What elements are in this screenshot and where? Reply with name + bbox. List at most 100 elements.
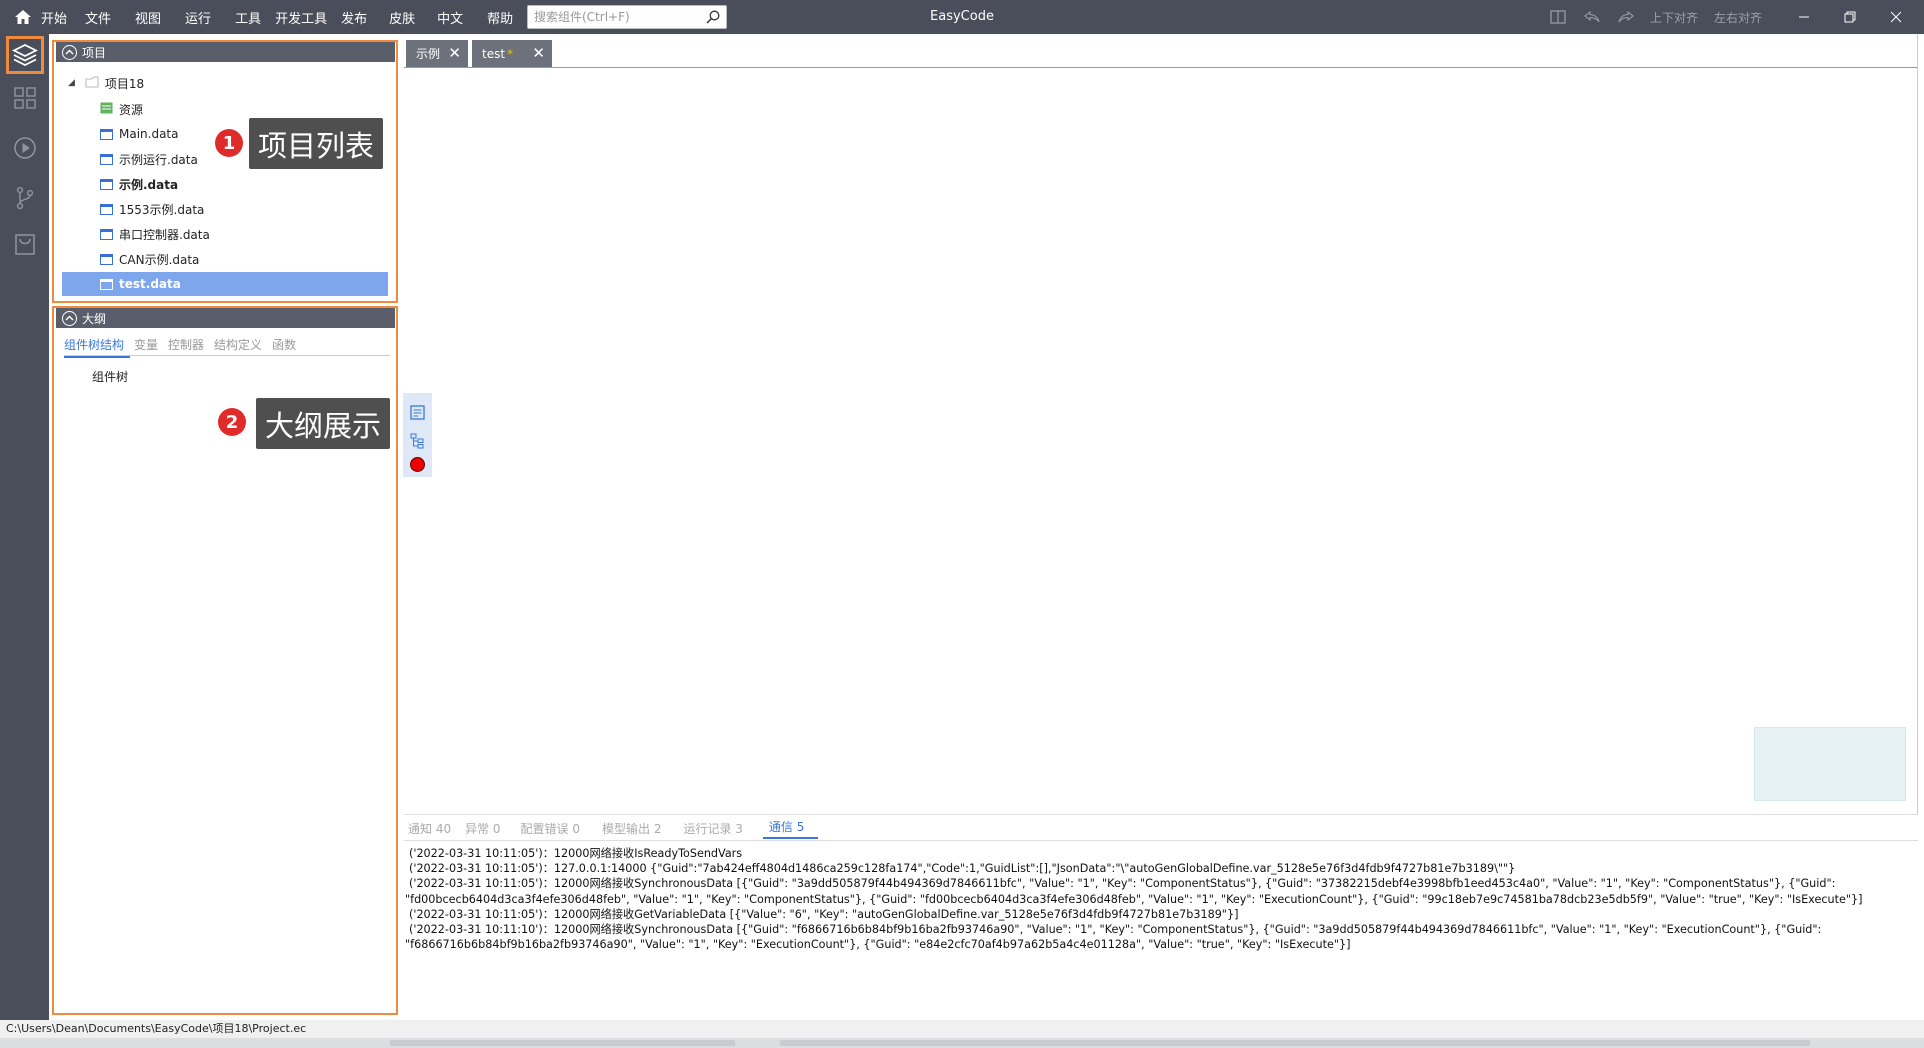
tab-comm[interactable]: 通信 5 <box>762 818 819 839</box>
close-tab-icon[interactable]: ✕ <box>532 44 545 62</box>
output-tabs-divider <box>404 840 1918 841</box>
tab-test[interactable]: test * ✕ <box>472 40 552 67</box>
menu-help[interactable]: 帮助 <box>487 8 513 27</box>
tree-item-test[interactable]: test.data <box>62 272 388 296</box>
log-line: ('2022-03-31 10:11:05')：12000网络接收Synchro… <box>409 877 1836 891</box>
record-icon[interactable] <box>410 457 425 472</box>
component-tree-root[interactable]: 组件树 <box>92 368 128 385</box>
canvas-toolbar <box>403 393 432 477</box>
close-tab-icon[interactable]: ✕ <box>448 44 461 62</box>
menu-start[interactable]: 开始 <box>41 8 67 27</box>
tab-label: test <box>482 46 506 61</box>
tree-item-label: 串口控制器.data <box>119 227 210 242</box>
file-icon <box>100 178 113 190</box>
log-line: "f6866716b6b84bf9b16ba2fb93746a90", "Val… <box>405 938 1351 952</box>
restore-icon <box>1844 11 1856 23</box>
tab-example[interactable]: 示例 ✕ <box>406 40 468 67</box>
project-root-icon <box>85 75 99 91</box>
callout-badge-2: 2 <box>218 408 246 436</box>
close-button[interactable] <box>1876 0 1916 34</box>
log-line: ('2022-03-31 10:11:10')：12000网络接收Synchro… <box>409 923 1822 937</box>
search-icon[interactable] <box>706 10 720 24</box>
tree-item-serial[interactable]: 串口控制器.data <box>100 223 210 245</box>
menu-tools[interactable]: 工具 <box>235 8 261 27</box>
menu-language[interactable]: 中文 <box>437 8 463 27</box>
tree-item-label: 1553示例.data <box>119 202 205 217</box>
output-divider <box>404 814 1918 815</box>
tab-run-log[interactable]: 运行记录 3 <box>683 820 742 837</box>
menu-view[interactable]: 视图 <box>135 8 161 27</box>
outline-panel-header[interactable]: 大纲 <box>56 308 395 328</box>
collapse-icon[interactable] <box>62 310 77 326</box>
align-horizontal-button[interactable]: 左右对齐 <box>1714 9 1762 26</box>
tab-label: 示例 <box>416 47 441 61</box>
file-icon <box>100 153 113 165</box>
canvas-minimap[interactable] <box>1754 727 1906 801</box>
tree-item-can[interactable]: CAN示例.data <box>100 248 199 270</box>
callout-project-list: 项目列表 <box>249 118 383 169</box>
log-line: "fd00bcecb6404d3ca3f4efe306d48feb", "Val… <box>405 892 1863 906</box>
tree-item-main[interactable]: Main.data <box>100 123 179 145</box>
resource-icon <box>100 102 113 117</box>
collapse-icon[interactable] <box>62 44 77 60</box>
expand-icon[interactable]: ◢ <box>68 78 75 88</box>
menu-devtools[interactable]: 开发工具 <box>275 8 327 27</box>
search-input[interactable] <box>528 6 696 28</box>
layers-icon[interactable] <box>6 36 44 74</box>
toolbar-right: 上下对齐 左右对齐 <box>1548 0 1762 34</box>
restore-button[interactable] <box>1830 0 1870 34</box>
active-tab-indicator <box>64 356 130 358</box>
menu-file[interactable]: 文件 <box>85 8 111 27</box>
log-line: ('2022-03-31 10:11:05')：12000网络接收GetVari… <box>409 907 1239 921</box>
project-panel-header[interactable]: 项目 <box>56 42 395 62</box>
tree-item-example[interactable]: 示例.data <box>100 173 178 195</box>
menu-skin[interactable]: 皮肤 <box>389 8 415 27</box>
tab-underline <box>404 67 1918 68</box>
strip-segment <box>390 1040 735 1046</box>
undo-icon[interactable] <box>1582 7 1602 27</box>
callout-outline: 大纲展示 <box>256 398 390 449</box>
home-icon[interactable] <box>14 8 32 26</box>
tab-exceptions[interactable]: 异常 0 <box>465 820 500 837</box>
menu-run[interactable]: 运行 <box>185 8 211 27</box>
package-icon[interactable] <box>6 225 44 263</box>
file-icon <box>100 253 113 265</box>
file-icon <box>100 228 113 240</box>
minimize-icon <box>1799 16 1809 18</box>
file-icon <box>100 128 113 140</box>
project-root-label: 项目18 <box>104 76 145 91</box>
search-box <box>527 5 727 29</box>
tree-item-label: Main.data <box>119 127 179 141</box>
minimize-button[interactable] <box>1784 0 1824 34</box>
output-tabs: 通知 40 异常 0 配置错误 0 模型输出 2 运行记录 3 通信 5 <box>404 816 819 840</box>
align-vertical-button[interactable]: 上下对齐 <box>1650 9 1698 26</box>
status-path: C:\Users\Dean\Documents\EasyCode\项目18\Pr… <box>6 1022 307 1035</box>
run-icon[interactable] <box>6 129 44 167</box>
tree-item-example-run[interactable]: 示例运行.data <box>100 148 198 170</box>
book-icon[interactable] <box>1548 7 1568 27</box>
log-line: ('2022-03-31 10:11:05')：12000网络接收IsReady… <box>409 847 743 860</box>
tab-notify[interactable]: 通知 40 <box>408 820 451 837</box>
tree-item-label: 示例.data <box>119 177 179 192</box>
branch-icon[interactable] <box>6 179 44 217</box>
tree-item-label: test.data <box>119 277 181 291</box>
output-log: ('2022-03-31 10:11:05')：12000网络接收IsReady… <box>405 846 1909 952</box>
tree-item-1553[interactable]: 1553示例.data <box>100 198 204 220</box>
menu-publish[interactable]: 发布 <box>341 8 367 27</box>
callout-badge-1: 1 <box>215 129 243 157</box>
tree-icon[interactable] <box>410 433 425 452</box>
editor-right-border <box>1917 34 1918 814</box>
tree-item-resources[interactable]: 资源 <box>100 98 143 120</box>
window-icon[interactable] <box>410 405 425 423</box>
redo-icon[interactable] <box>1616 7 1636 27</box>
tree-item-label: 资源 <box>119 102 144 117</box>
close-icon <box>1890 11 1902 23</box>
tree-root[interactable]: ◢ 项目18 <box>68 72 144 94</box>
tab-model-output[interactable]: 模型输出 2 <box>602 820 661 837</box>
tree-item-label: 示例运行.data <box>119 152 198 167</box>
tree-item-label: CAN示例.data <box>119 252 200 267</box>
title-bar: 开始 文件 视图 运行 工具 开发工具 发布 皮肤 中文 帮助 EasyCode… <box>0 0 1924 34</box>
file-icon <box>100 203 113 215</box>
tab-config-errors[interactable]: 配置错误 0 <box>521 820 580 837</box>
components-icon[interactable] <box>6 79 44 117</box>
